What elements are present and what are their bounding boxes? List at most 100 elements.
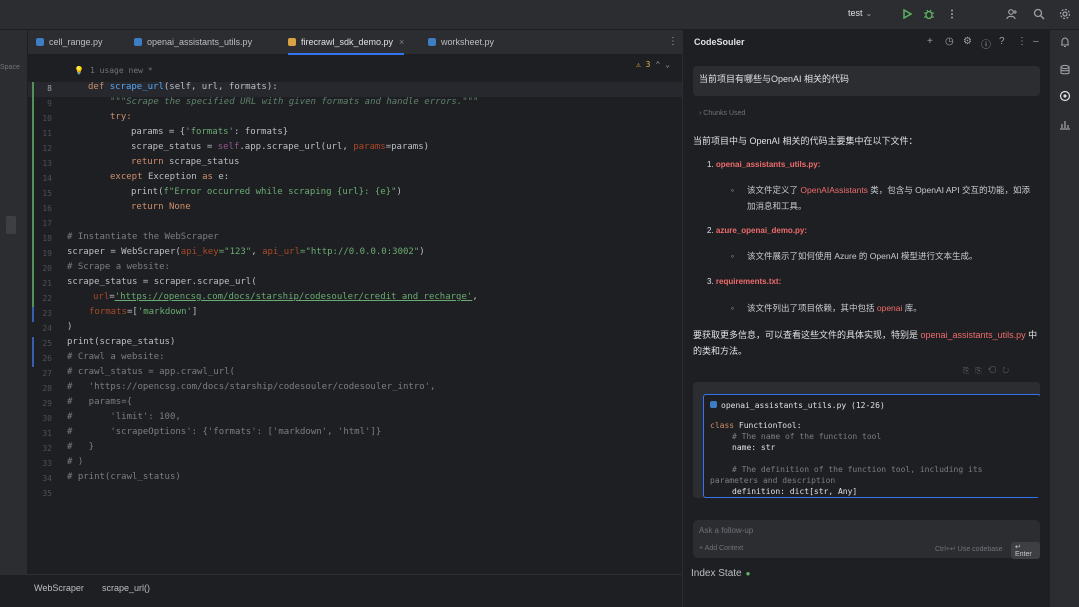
- breadcrumb-class[interactable]: WebScraper: [34, 583, 84, 593]
- debug-icon[interactable]: [923, 8, 935, 20]
- notifications-icon[interactable]: [1059, 36, 1071, 48]
- code-line-10: try:: [110, 112, 132, 122]
- code-line-30: # 'limit': 100,: [67, 412, 181, 422]
- status-dot-icon: ●: [745, 569, 751, 578]
- more-icon[interactable]: ⋮: [1017, 36, 1027, 47]
- code-line-25: print(scrape_status): [67, 337, 176, 347]
- line-number: 27: [42, 369, 52, 378]
- input-placeholder: Ask a follow-up: [699, 526, 754, 535]
- warning-count: 3: [645, 60, 651, 69]
- code-line-23: formats=['markdown']: [89, 307, 198, 317]
- code-line-28: # 'https://opencsg.com/docs/starship/cod…: [67, 382, 436, 392]
- code-line-24: ): [67, 322, 73, 332]
- code-line-27: # crawl_status = app.crawl_url(: [67, 367, 235, 377]
- project-label[interactable]: Space: [0, 64, 20, 71]
- chunks-label: Chunks Used: [703, 110, 746, 117]
- line-number: 33: [42, 459, 52, 468]
- run-icon[interactable]: [901, 8, 913, 20]
- snippet-line: # The definition of the function tool, i…: [732, 465, 983, 474]
- editor-tabs: cell_range.py openai_assistants_utils.py…: [28, 30, 682, 55]
- code-line-31: # 'scrapeOptions': {'formats': ['markdow…: [67, 427, 382, 437]
- tab-label: firecrawl_sdk_demo.py: [301, 37, 394, 47]
- close-icon[interactable]: ×: [399, 37, 404, 47]
- code-line-33: # ): [67, 457, 84, 467]
- code-line-34: # print(crawl_status): [67, 472, 181, 482]
- chunks-used-toggle[interactable]: › Chunks Used: [699, 110, 745, 117]
- python-file-icon: [36, 38, 44, 46]
- analytics-icon[interactable]: [1059, 118, 1071, 130]
- warning-counter[interactable]: ⚠ 3 ⌃ ⌄: [636, 60, 670, 69]
- code-line-15: print(f"Error occurred while scraping {u…: [131, 187, 402, 197]
- snippet-line: definition: dict[str, Any]: [732, 487, 858, 496]
- structure-marker[interactable]: [6, 216, 16, 234]
- tab-openai-assistants-utils[interactable]: openai_assistants_utils.py: [134, 30, 252, 55]
- line-number: 31: [42, 429, 52, 438]
- settings-icon[interactable]: [1059, 8, 1071, 20]
- add-user-icon[interactable]: [1006, 8, 1018, 20]
- code-line-32: # }: [67, 442, 95, 452]
- code-ref-label: openai_assistants_utils.py (12-26): [721, 401, 885, 410]
- usage-inlay-hint[interactable]: 💡 1 usage new *: [74, 66, 153, 75]
- python-file-icon: [134, 38, 142, 46]
- line-number: 34: [42, 474, 52, 483]
- index-state-label: Index State: [691, 568, 742, 579]
- answer-list-item: 2. azure_openai_demo.py:: [707, 226, 808, 235]
- nav-arrows-icon[interactable]: ⌃ ⌄: [655, 60, 669, 69]
- tab-cell-range[interactable]: cell_range.py: [36, 30, 103, 55]
- settings-gear-icon[interactable]: ⚙: [963, 36, 972, 47]
- codesouler-icon[interactable]: [1059, 90, 1071, 102]
- panel-header: CodeSouler + ◷ ⚙ ⓘ ? ⋮ –: [683, 30, 1050, 54]
- code-reference-block: openai_assistants_utils.py (12-26) class…: [693, 382, 1040, 498]
- search-icon[interactable]: [1033, 8, 1045, 20]
- code-line-11: params = {'formats': formats}: [131, 127, 289, 137]
- vcs-added-marker[interactable]: [32, 82, 34, 307]
- tab-label: openai_assistants_utils.py: [147, 37, 253, 47]
- run-config-selector[interactable]: test ⌄: [848, 8, 872, 18]
- line-number: 30: [42, 414, 52, 423]
- line-number: 35: [42, 489, 52, 498]
- lightbulb-icon[interactable]: 💡: [74, 66, 84, 75]
- code-line-21: scrape_status = scraper.scrape_url(: [67, 277, 257, 287]
- code-snippet[interactable]: openai_assistants_utils.py (12-26) class…: [703, 394, 1040, 498]
- minimize-icon[interactable]: –: [1033, 36, 1039, 47]
- code-line-18: # Instantiate the WebScraper: [67, 232, 219, 242]
- add-context-button[interactable]: + Add Context: [699, 545, 743, 552]
- history-icon[interactable]: ◷: [945, 36, 954, 47]
- index-state[interactable]: Index State ●: [691, 568, 750, 579]
- breadcrumb: WebScraper scrape_url(): [0, 574, 682, 607]
- code-editor[interactable]: 💡 1 usage new * ⚠ 3 ⌃ ⌄ 8 9 10 11 12 13 14…: [28, 56, 704, 574]
- codesouler-panel: CodeSouler + ◷ ⚙ ⓘ ? ⋮ – 当前项目有哪些与OpenAI …: [682, 30, 1049, 607]
- snippet-line: class FunctionTool:: [710, 421, 802, 430]
- answer-detail: 该文件列出了项目依赖，其中包括 openai 库。: [731, 300, 1037, 316]
- answer-outro: 要获取更多信息，可以查看这些文件的具体实现，特别是 openai_assista…: [693, 330, 1038, 356]
- message-actions[interactable]: ⎘⎘⟲↻: [963, 366, 1015, 376]
- code-line-20: # Scrape a website:: [67, 262, 170, 272]
- right-tool-strip: [1049, 30, 1079, 607]
- line-number: 24: [42, 324, 52, 333]
- run-config-label: test: [848, 8, 863, 18]
- breadcrumb-method[interactable]: scrape_url(): [102, 583, 150, 593]
- code-reference-file[interactable]: openai_assistants_utils.py (12-26): [710, 401, 885, 410]
- code-line-9: """Scrape the specified URL with given f…: [110, 97, 479, 107]
- line-number: 32: [42, 444, 52, 453]
- code-line-14: except Exception as e:: [110, 172, 230, 182]
- tabs-more-icon[interactable]: ⋮: [668, 36, 678, 47]
- followup-input[interactable]: Ask a follow-up + Add Context Ctrl+↵ Use…: [693, 520, 1040, 559]
- vcs-modified-marker[interactable]: [32, 337, 34, 367]
- help-icon[interactable]: ?: [999, 36, 1005, 47]
- snippet-line: # The name of the function tool: [732, 432, 882, 441]
- user-question: 当前项目有哪些与OpenAI 相关的代码: [693, 66, 1040, 96]
- database-icon[interactable]: [1059, 64, 1071, 76]
- code-line-22: url='https://opencsg.com/docs/starship/c…: [93, 292, 478, 302]
- tab-label: cell_range.py: [49, 37, 103, 47]
- new-chat-icon[interactable]: +: [927, 36, 933, 47]
- python-file-icon: [288, 38, 296, 46]
- answer-detail: 该文件展示了如何使用 Azure 的 OpenAI 模型进行文本生成。: [731, 248, 1037, 264]
- info-icon[interactable]: ⓘ: [981, 36, 991, 51]
- vcs-modified-marker[interactable]: [32, 307, 34, 322]
- enter-button[interactable]: ↵ Enter: [1011, 542, 1040, 559]
- code-line-26: # Crawl a website:: [67, 352, 165, 362]
- tab-firecrawl-sdk-demo[interactable]: firecrawl_sdk_demo.py ×: [288, 30, 405, 55]
- tab-worksheet[interactable]: worksheet.py: [428, 30, 494, 55]
- more-icon[interactable]: [946, 8, 958, 20]
